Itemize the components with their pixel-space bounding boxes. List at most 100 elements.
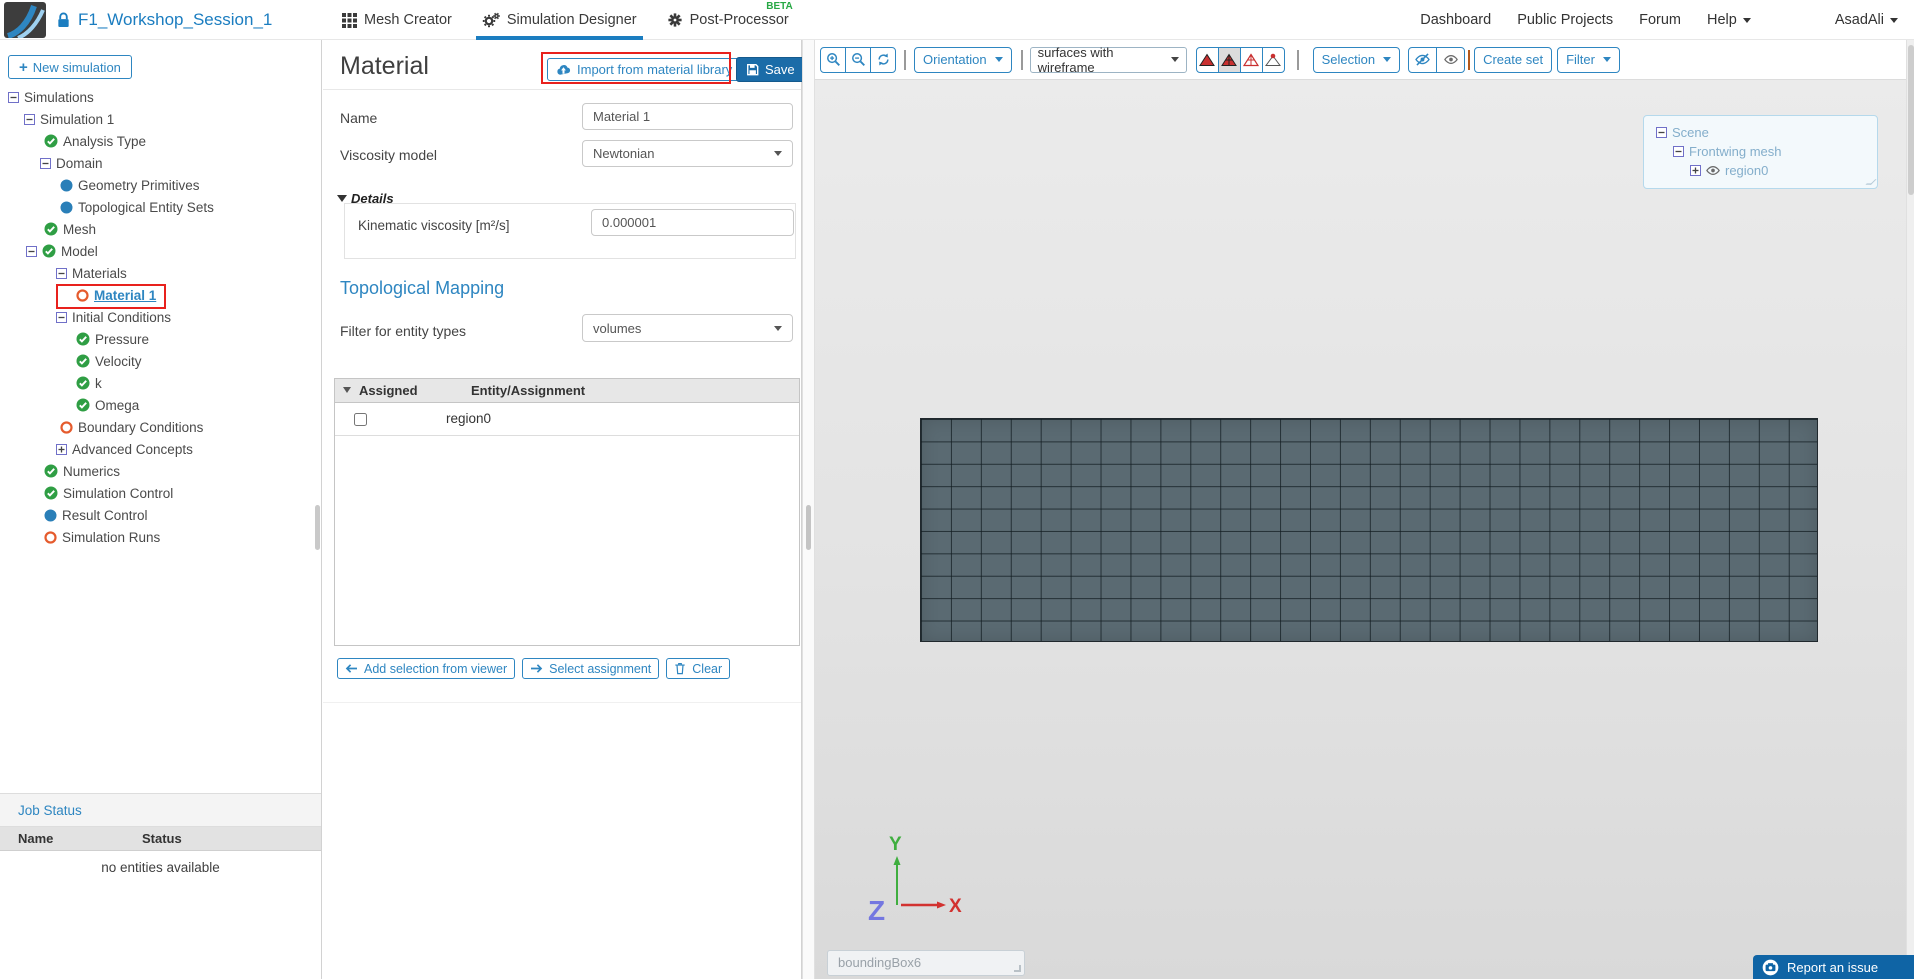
collapse-icon[interactable]: [40, 157, 51, 169]
simscale-logo-icon[interactable]: [4, 2, 46, 38]
nav-dashboard[interactable]: Dashboard: [1420, 12, 1491, 28]
bounding-box-label[interactable]: boundingBox6: [827, 950, 1025, 976]
resize-grip-icon: [1014, 965, 1021, 972]
viscosity-model-select[interactable]: Newtonian: [582, 140, 793, 167]
visibility-eye-icon[interactable]: [1706, 165, 1720, 176]
zoom-in-icon: [826, 52, 841, 67]
collapse-icon[interactable]: [26, 245, 37, 257]
frontwing-mesh-render[interactable]: [920, 418, 1818, 642]
tree-item-velocity[interactable]: Velocity: [0, 350, 321, 372]
scene-tree: Scene Frontwing mesh region0: [1656, 123, 1877, 180]
resize-grip-icon[interactable]: [1865, 179, 1877, 185]
user-menu[interactable]: AsadAli: [1835, 12, 1898, 28]
select-assignment-button[interactable]: Select assignment: [522, 658, 660, 679]
save-button[interactable]: Save: [736, 57, 805, 82]
check-status-icon: [76, 332, 90, 346]
tree-item-mesh[interactable]: Mesh: [0, 218, 321, 240]
job-status-title: Job Status: [0, 793, 321, 827]
tab-mesh-creator[interactable]: Mesh Creator: [342, 0, 452, 40]
scene-item-scene[interactable]: Scene: [1656, 123, 1877, 142]
hide-selected-button[interactable]: [1408, 46, 1438, 73]
info-status-icon: [60, 201, 73, 214]
assign-checkbox[interactable]: [354, 413, 367, 426]
refresh-view-button[interactable]: [870, 46, 896, 73]
tree-item-boundary-conditions[interactable]: Boundary Conditions: [0, 416, 321, 438]
tree-item-analysis-type[interactable]: Analysis Type: [0, 130, 321, 152]
import-material-library-button[interactable]: Import from material library: [547, 58, 742, 81]
help-menu[interactable]: Help: [1707, 12, 1751, 28]
axis-z-label: Z: [868, 895, 885, 926]
clear-button[interactable]: Clear: [666, 658, 731, 679]
tree-item-topological-entity-sets[interactable]: Topological Entity Sets: [0, 196, 321, 218]
assignment-table-header[interactable]: Assigned Entity/Assignment: [335, 379, 799, 403]
scrollbar-thumb[interactable]: [1908, 45, 1914, 195]
chevron-down-icon: [774, 151, 782, 156]
tree-item-simulation-1[interactable]: Simulation 1: [0, 108, 321, 130]
collapse-icon[interactable]: [56, 311, 67, 323]
tree-item-model[interactable]: Model: [0, 240, 321, 262]
splitter-handle[interactable]: [806, 505, 811, 550]
arrow-right-icon: [530, 663, 543, 674]
orientation-dropdown[interactable]: Orientation: [914, 46, 1012, 73]
assignment-row-region0[interactable]: region0: [335, 403, 799, 436]
points-icon: [1265, 53, 1282, 67]
collapse-icon[interactable]: [1656, 127, 1667, 138]
tree-item-domain[interactable]: Domain: [0, 152, 321, 174]
tree-item-pressure[interactable]: Pressure: [0, 328, 321, 350]
check-status-icon: [76, 376, 90, 390]
tree-item-simulation-runs[interactable]: Simulation Runs: [0, 526, 321, 548]
nav-public-projects[interactable]: Public Projects: [1517, 12, 1613, 28]
axis-x-label: X: [949, 896, 962, 917]
expand-icon[interactable]: [1690, 165, 1701, 176]
expand-icon[interactable]: [56, 443, 67, 455]
scene-item-frontwing-mesh[interactable]: Frontwing mesh: [1656, 142, 1877, 161]
nav-forum[interactable]: Forum: [1639, 12, 1681, 28]
create-set-button[interactable]: Create set: [1474, 46, 1553, 73]
surfaces-icon: [1199, 53, 1216, 67]
tree-item-simulation-control[interactable]: Simulation Control: [0, 482, 321, 504]
sidebar-scrollbar[interactable]: [315, 505, 320, 550]
material-name-input[interactable]: Material 1: [582, 103, 793, 130]
tree-item-simulations[interactable]: Simulations: [0, 86, 321, 108]
render-surfaces-button[interactable]: [1195, 46, 1219, 73]
tab-simulation-designer[interactable]: Simulation Designer: [475, 0, 643, 40]
show-selected-button[interactable]: [1436, 46, 1466, 73]
page-scrollbar[interactable]: [1906, 40, 1914, 979]
tab-post-processor[interactable]: Post-Processor BETA: [667, 0, 793, 40]
tree-item-advanced-concepts[interactable]: Advanced Concepts: [0, 438, 321, 460]
report-issue-button[interactable]: Report an issue: [1753, 955, 1914, 979]
job-status-col-status: Status: [142, 831, 182, 846]
tree-item-material-1[interactable]: Material 1: [0, 284, 321, 306]
filter-dropdown[interactable]: Filter: [1557, 46, 1620, 73]
divider: [323, 89, 801, 90]
chevron-down-icon: [1383, 57, 1392, 62]
zoom-in-button[interactable]: [820, 46, 846, 73]
tree-item-geometry-primitives[interactable]: Geometry Primitives: [0, 174, 321, 196]
project-name: F1_Workshop_Session_1: [78, 10, 273, 29]
entity-filter-select[interactable]: volumes: [582, 314, 793, 342]
collapse-icon[interactable]: [24, 113, 35, 125]
panel-splitter[interactable]: [802, 40, 815, 979]
collapse-icon[interactable]: [1673, 146, 1684, 157]
new-simulation-button[interactable]: + New simulation: [8, 55, 132, 79]
tree-item-materials[interactable]: Materials: [0, 262, 321, 284]
tree-item-numerics[interactable]: Numerics: [0, 460, 321, 482]
render-mode-select[interactable]: surfaces with wireframe: [1029, 45, 1187, 75]
render-points-button[interactable]: [1261, 46, 1285, 73]
viewer-3d-canvas[interactable]: Scene Frontwing mesh region0 Y X Z boundin…: [815, 80, 1906, 979]
render-surfaces-wireframe-button[interactable]: [1217, 46, 1241, 73]
selection-dropdown[interactable]: Selection: [1312, 46, 1401, 73]
tree-item-omega[interactable]: Omega: [0, 394, 321, 416]
tree-item-k[interactable]: k: [0, 372, 321, 394]
add-selection-button[interactable]: Add selection from viewer: [337, 658, 516, 679]
render-wireframe-button[interactable]: [1239, 46, 1263, 73]
scene-item-region0[interactable]: region0: [1656, 161, 1877, 180]
collapse-icon[interactable]: [8, 91, 19, 103]
collapse-icon[interactable]: [56, 267, 67, 279]
tree-item-result-control[interactable]: Result Control: [0, 504, 321, 526]
zoom-fit-button[interactable]: [845, 46, 871, 73]
kinematic-viscosity-input[interactable]: 0.000001: [591, 209, 794, 236]
assignment-rows: region0: [335, 403, 799, 436]
tree-item-initial-conditions[interactable]: Initial Conditions: [0, 306, 321, 328]
details-group: Kinematic viscosity [m²/s] 0.000001: [344, 203, 796, 259]
